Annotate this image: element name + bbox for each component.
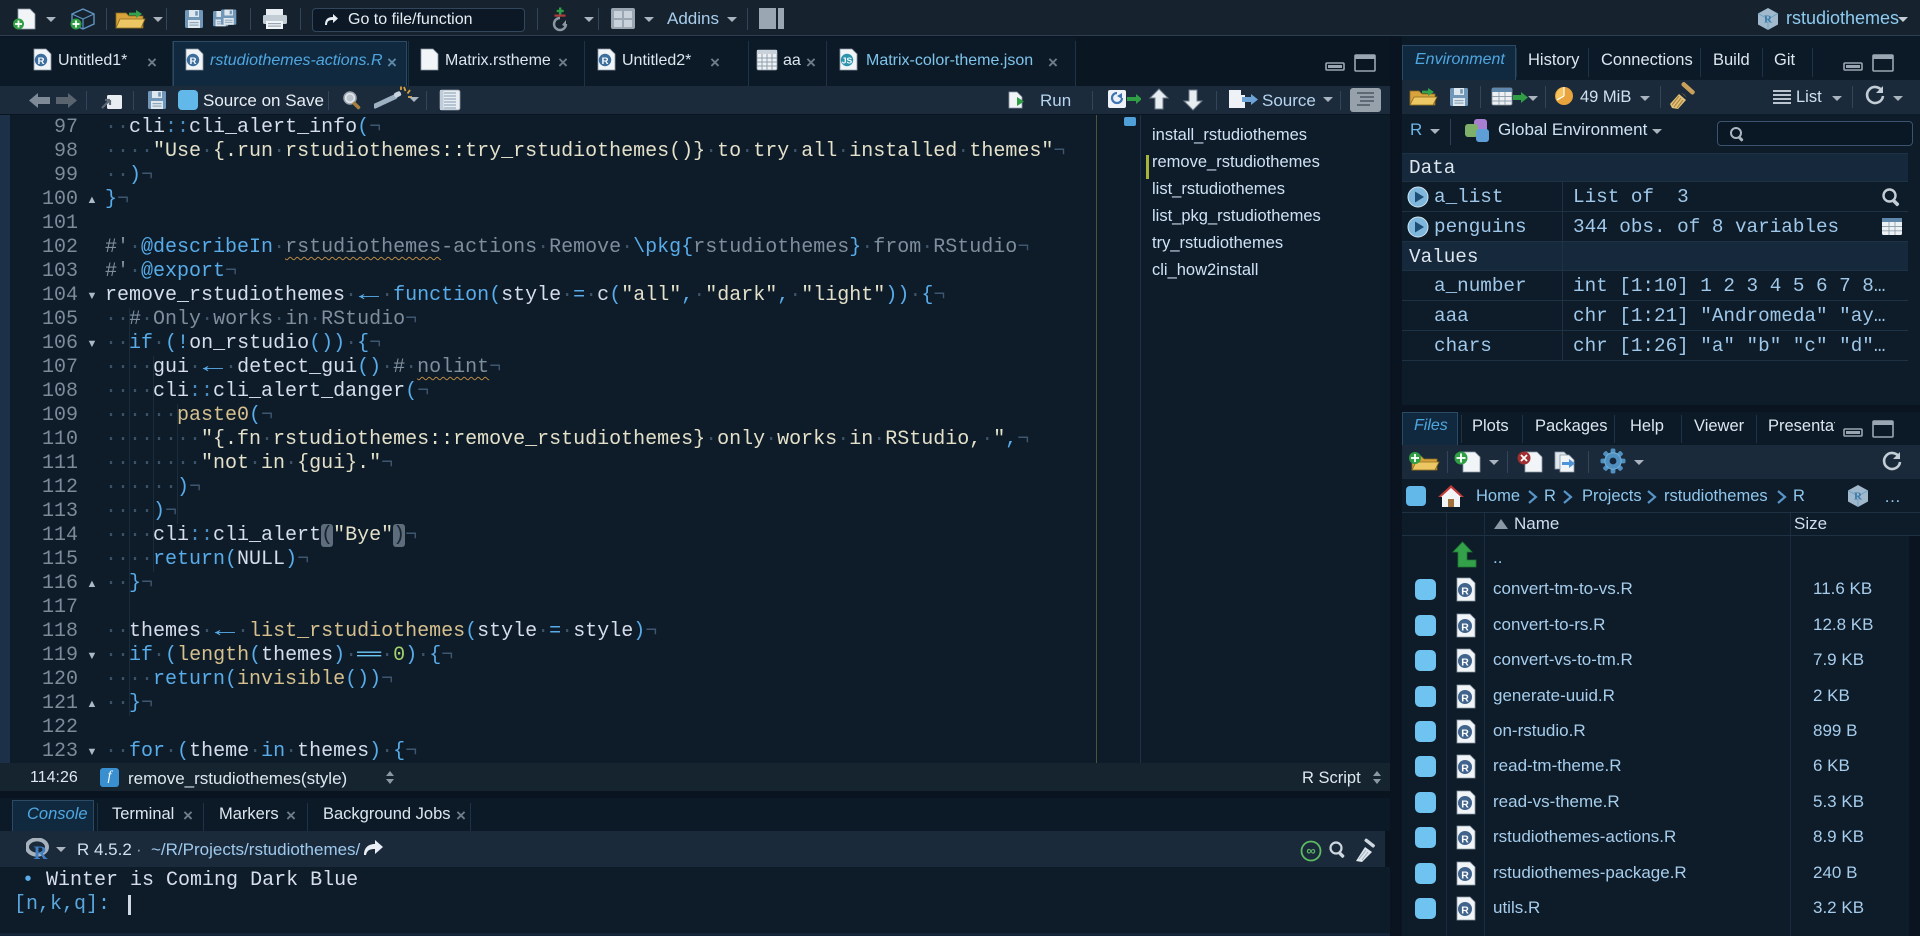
svg-text:R: R bbox=[1764, 14, 1773, 26]
svg-text:R: R bbox=[1461, 869, 1469, 881]
svg-text:R: R bbox=[1461, 834, 1469, 846]
svg-text:R: R bbox=[602, 56, 609, 67]
svg-text:∞: ∞ bbox=[1306, 843, 1315, 858]
svg-text:R: R bbox=[34, 843, 48, 862]
svg-text:R: R bbox=[1461, 657, 1469, 669]
svg-text:R: R bbox=[1461, 728, 1469, 740]
svg-text:R: R bbox=[190, 56, 197, 67]
svg-text:R: R bbox=[1461, 692, 1469, 704]
svg-text:R: R bbox=[1854, 491, 1863, 503]
svg-text:JS: JS bbox=[842, 56, 853, 66]
svg-text:R: R bbox=[1461, 586, 1469, 598]
svg-text:R: R bbox=[38, 56, 45, 67]
svg-text:R: R bbox=[1461, 763, 1469, 775]
svg-text:R: R bbox=[1461, 798, 1469, 810]
svg-text:R: R bbox=[1461, 905, 1469, 917]
svg-text:R: R bbox=[1461, 621, 1469, 633]
